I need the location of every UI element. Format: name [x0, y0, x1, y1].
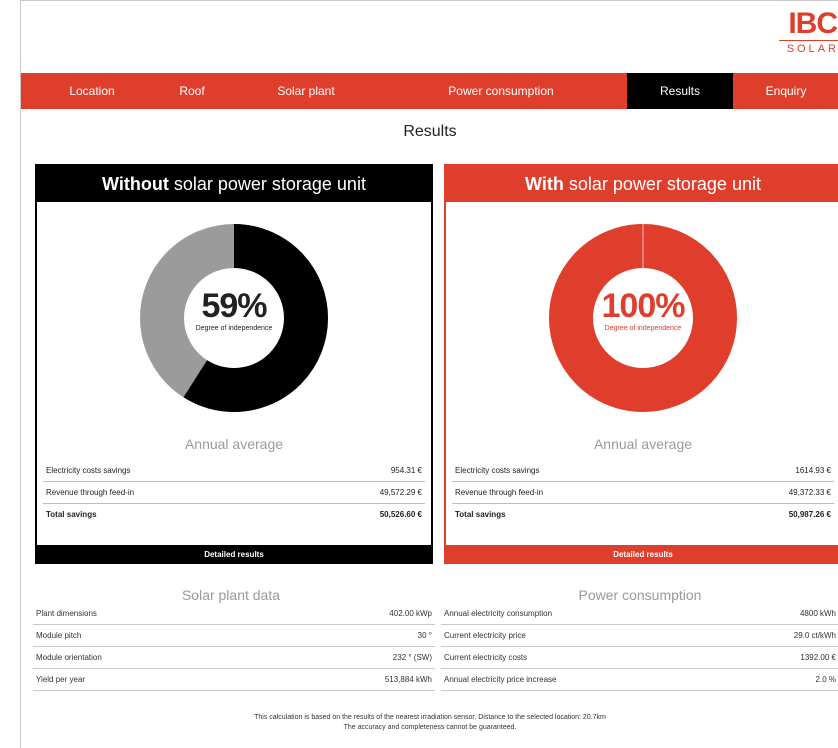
with-independence-value: 100%	[601, 287, 686, 325]
nav-results[interactable]: Results	[627, 73, 733, 109]
table-row: Yield per year 513,884 kWh	[33, 669, 435, 691]
table-row: Revenue through feed-in 49,372.33 €	[452, 482, 834, 504]
without-storage-panel: Without solar power storage unit 59% Deg…	[35, 164, 433, 564]
row-label: Electricity costs savings	[46, 466, 131, 475]
table-row: Annual electricity price increase 2.0 %	[441, 669, 838, 691]
disclaimer-line-1: This calculation is based on the results…	[254, 714, 606, 721]
with-donut-center: 100% Degree of independence	[593, 268, 693, 368]
solar-plant-table: Plant dimensions 402.00 kWp Module pitch 3…	[33, 603, 435, 691]
solar-plant-data-title: Solar plant data	[181, 587, 281, 603]
without-donut-center: 59% Degree of independence	[184, 268, 284, 368]
main-navigation: Location Roof Solar plant Power consumpt…	[21, 73, 838, 109]
nav-location[interactable]: Location	[51, 73, 133, 109]
row-label: Total savings	[455, 510, 506, 519]
row-label: Revenue through feed-in	[46, 488, 135, 497]
with-storage-header: With solar power storage unit	[446, 166, 838, 202]
row-value: 1614.93 €	[795, 466, 831, 475]
with-detailed-results-button[interactable]: Detailed results	[444, 545, 838, 564]
table-row: Current electricity costs 1392.00 €	[441, 647, 838, 669]
row-value: 49,572.29 €	[379, 488, 422, 497]
row-label: Annual electricity consumption	[444, 609, 553, 618]
nav-roof[interactable]: Roof	[164, 73, 220, 109]
row-label: Revenue through feed-in	[455, 488, 544, 497]
page-title: Results	[403, 123, 457, 140]
with-annual-average-title: Annual average	[593, 436, 693, 452]
total-savings-row: Total savings 50,987.26 €	[452, 504, 834, 525]
with-independence-label: Degree of independence	[604, 325, 682, 332]
power-consumption-title: Power consumption	[578, 587, 702, 603]
power-consumption-table: Annual electricity consumption 4800 kWh C…	[441, 603, 838, 691]
logo-ibc-text: IBC	[788, 7, 838, 40]
row-value: 954.31 €	[390, 466, 422, 475]
without-detailed-results-button[interactable]: Detailed results	[35, 545, 433, 564]
logo-solar-text: SOLAR	[779, 40, 838, 56]
results-page: IBC SOLAR Location Roof Solar plant Powe…	[20, 0, 838, 748]
nav-enquiry[interactable]: Enquiry	[733, 73, 838, 109]
ibc-solar-logo[interactable]: IBC SOLAR	[779, 9, 838, 56]
row-label: Module orientation	[36, 653, 102, 662]
row-label: Electricity costs savings	[455, 466, 540, 475]
nav-power-consumption[interactable]: Power consumption	[431, 73, 571, 109]
row-label: Annual electricity price increase	[444, 675, 557, 684]
with-independence-donut: 100% Degree of independence	[549, 224, 737, 412]
with-storage-panel: With solar power storage unit 100% Degre…	[444, 164, 838, 564]
row-label: Current electricity costs	[444, 653, 528, 662]
without-independence-label: Degree of independence	[195, 325, 273, 332]
without-annual-average-title: Annual average	[184, 436, 284, 452]
table-row: Plant dimensions 402.00 kWp	[33, 603, 435, 625]
without-title-rest: solar power storage unit	[168, 174, 366, 194]
row-value: 29.0 ct/kWh	[793, 631, 836, 640]
row-label: Yield per year	[36, 675, 86, 684]
row-value: 49,372.33 €	[788, 488, 831, 497]
row-value: 513,884 kWh	[384, 675, 432, 684]
without-storage-header: Without solar power storage unit	[37, 166, 431, 202]
row-value: 402.00 kWp	[389, 609, 432, 618]
row-value: 2.0 %	[815, 675, 836, 684]
with-savings-table: Electricity costs savings 1614.93 € Reve…	[452, 460, 834, 525]
with-title-bold: With	[525, 174, 564, 194]
table-row: Module pitch 30 °	[33, 625, 435, 647]
with-title-rest: solar power storage unit	[563, 174, 761, 194]
row-value: 50,987.26 €	[788, 510, 831, 519]
table-row: Module orientation 232 ° (SW)	[33, 647, 435, 669]
without-independence-value: 59%	[201, 287, 267, 325]
row-value: 1392.00 €	[800, 653, 836, 662]
disclaimer-footer: This calculation is based on the results…	[21, 713, 838, 733]
row-value: 50,526.60 €	[379, 510, 422, 519]
table-row: Electricity costs savings 1614.93 €	[452, 460, 834, 482]
row-label: Plant dimensions	[36, 609, 97, 618]
table-row: Electricity costs savings 954.31 €	[43, 460, 425, 482]
disclaimer-line-2: The accuracy and completeness cannot be …	[343, 724, 517, 731]
table-row: Current electricity price 29.0 ct/kWh	[441, 625, 838, 647]
row-value: 4800 kWh	[799, 609, 836, 618]
row-label: Current electricity price	[444, 631, 526, 640]
total-savings-row: Total savings 50,526.60 €	[43, 504, 425, 525]
table-row: Annual electricity consumption 4800 kWh	[441, 603, 838, 625]
row-label: Total savings	[46, 510, 97, 519]
table-row: Revenue through feed-in 49,572.29 €	[43, 482, 425, 504]
without-independence-donut: 59% Degree of independence	[140, 224, 328, 412]
row-label: Module pitch	[36, 631, 82, 640]
row-value: 30 °	[417, 631, 432, 640]
nav-solar-plant[interactable]: Solar plant	[261, 73, 351, 109]
without-savings-table: Electricity costs savings 954.31 € Reven…	[43, 460, 425, 525]
row-value: 232 ° (SW)	[392, 653, 432, 662]
without-title-bold: Without	[102, 174, 169, 194]
